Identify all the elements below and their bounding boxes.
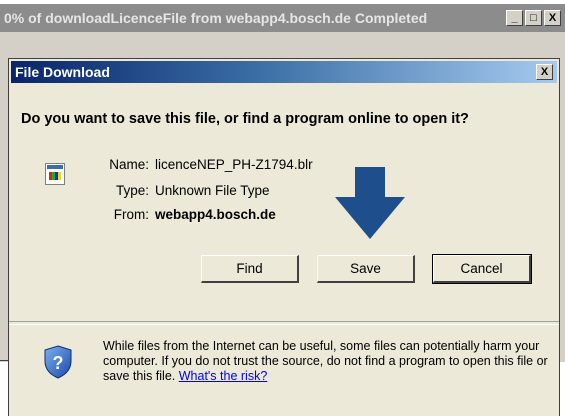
- file-type-value: Unknown File Type: [155, 183, 270, 198]
- file-type-label: Type:: [115, 183, 149, 198]
- whats-the-risk-link[interactable]: What's the risk?: [179, 369, 268, 383]
- find-button[interactable]: Find: [201, 255, 299, 283]
- file-type-icon: [45, 163, 65, 185]
- close-button[interactable]: X: [544, 10, 561, 26]
- security-shield-icon: ?: [44, 345, 72, 379]
- maximize-button[interactable]: □: [525, 10, 542, 26]
- minimize-button[interactable]: _: [506, 10, 523, 26]
- file-source-row: From: webapp4.bosch.de: [101, 207, 276, 222]
- background-window-title: 0% of downloadLicenceFile from webapp4.b…: [4, 10, 428, 26]
- dialog-title: File Download: [15, 64, 110, 80]
- file-name-row: Name: licenceNEP_PH-Z1794.blr: [101, 157, 313, 172]
- cancel-button[interactable]: Cancel: [432, 254, 532, 284]
- file-download-dialog: File Download X Do you want to save this…: [8, 58, 560, 416]
- svg-text:?: ?: [53, 353, 64, 373]
- dialog-divider: [9, 321, 559, 325]
- save-button[interactable]: Save: [317, 255, 415, 283]
- background-window-titlebar[interactable]: 0% of downloadLicenceFile from webapp4.b…: [0, 4, 565, 32]
- file-source-value: webapp4.bosch.de: [155, 207, 276, 222]
- arrow-down-icon: [335, 167, 405, 239]
- download-question: Do you want to save this file, or find a…: [21, 111, 469, 127]
- file-source-label: From:: [113, 207, 149, 222]
- file-type-row: Type: Unknown File Type: [101, 183, 270, 198]
- file-name-value: licenceNEP_PH-Z1794.blr: [155, 157, 313, 172]
- dialog-close-button[interactable]: X: [536, 64, 553, 80]
- dialog-titlebar[interactable]: File Download X: [11, 61, 557, 83]
- security-warning-text: While files from the Internet can be use…: [103, 339, 548, 383]
- file-name-label: Name:: [109, 157, 149, 172]
- security-warning: While files from the Internet can be use…: [103, 339, 553, 384]
